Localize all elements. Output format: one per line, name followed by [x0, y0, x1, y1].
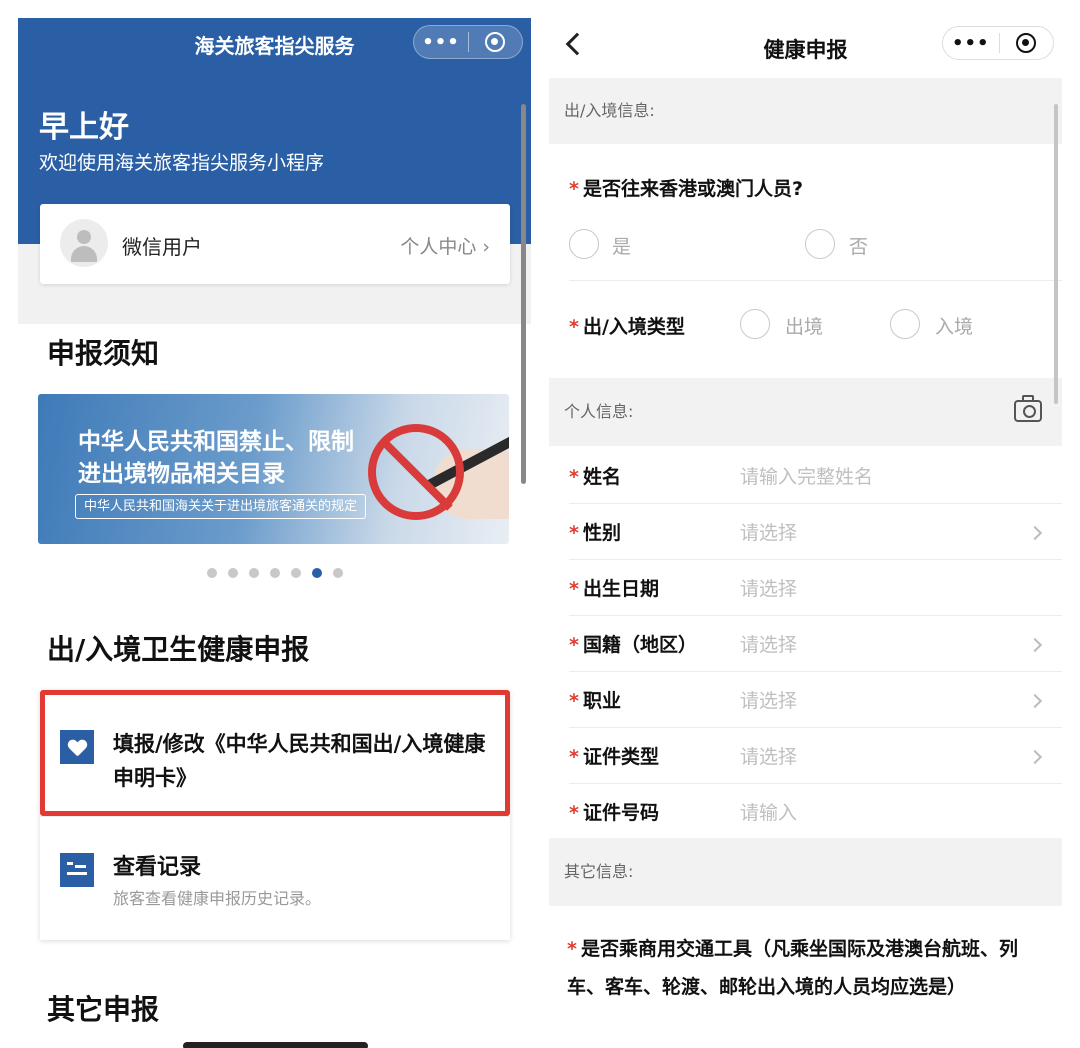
avatar	[60, 219, 108, 267]
field-label: * 国籍（地区）	[569, 634, 697, 656]
field-label: * 性别	[569, 522, 621, 544]
user-icon	[77, 230, 91, 244]
chevron-right-icon	[1027, 525, 1043, 541]
bottom-element	[183, 1042, 368, 1048]
section-other-info: 其它信息:	[549, 838, 1062, 906]
section-personal-info: 个人信息:	[549, 378, 1062, 446]
view-records-item[interactable]: 查看记录 旅客查看健康申报历史记录。	[40, 816, 510, 940]
divider	[569, 783, 1062, 784]
chevron-right-icon	[1027, 637, 1043, 653]
heart-icon	[60, 730, 94, 764]
required-mark: *	[569, 746, 579, 768]
field-input[interactable]: 请选择	[740, 574, 797, 601]
fill-declaration-label: 填报/修改《中华人民共和国出/入境健康申明卡》	[113, 732, 486, 790]
radio-yes-label: 是	[612, 236, 632, 258]
notice-banner[interactable]: 中华人民共和国禁止、限制 进出境物品相关目录 中华人民共和国海关关于进出境旅客通…	[38, 394, 509, 544]
required-mark: *	[569, 466, 579, 488]
field-label: * 出生日期	[569, 578, 659, 600]
divider	[569, 280, 1062, 281]
chevron-right-icon	[1027, 693, 1043, 709]
question-transport: * 是否乘商用交通工具（凡乘坐国际及港澳台航班、列车、客车、轮渡、邮轮出入境的人员…	[567, 938, 1018, 998]
radio-entry[interactable]	[890, 309, 920, 339]
required-mark: *	[569, 690, 579, 712]
field-input[interactable]: 请选择	[740, 686, 797, 713]
required-mark: *	[569, 522, 579, 544]
carousel-dot[interactable]	[290, 568, 301, 578]
field-label: * 职业	[569, 690, 621, 712]
question-direction: * 出/入境类型	[569, 316, 685, 338]
carousel-dot[interactable]	[311, 568, 322, 578]
chevron-right-icon	[1027, 749, 1043, 765]
carousel-dot[interactable]	[206, 568, 217, 578]
radio-yes[interactable]	[569, 229, 599, 259]
required-mark: *	[567, 938, 577, 960]
more-button[interactable]: •••	[414, 32, 468, 53]
more-button[interactable]: •••	[943, 33, 999, 54]
carousel-indicator[interactable]	[18, 568, 531, 578]
field-input[interactable]: 请选择	[740, 518, 797, 545]
field-label: * 姓名	[569, 466, 621, 488]
user-card[interactable]: 微信用户 个人中心 ›	[40, 204, 510, 284]
section-travel-info: 出/入境信息:	[549, 78, 1062, 144]
divider	[569, 671, 1062, 672]
scrollbar[interactable]	[1054, 104, 1058, 404]
radio-exit[interactable]	[740, 309, 770, 339]
divider	[569, 559, 1062, 560]
field-label: * 证件号码	[569, 802, 659, 824]
view-records-subtitle: 旅客查看健康申报历史记录。	[113, 889, 322, 908]
divider	[569, 503, 1062, 504]
required-mark: *	[569, 802, 579, 824]
left-panel: 海关旅客指尖服务 ••• 早上好 欢迎使用海关旅客指尖服务小程序 微信用户 个人…	[18, 18, 531, 1048]
user-name: 微信用户	[122, 235, 202, 259]
required-mark: *	[569, 578, 579, 600]
welcome-text: 欢迎使用海关旅客指尖服务小程序	[39, 152, 325, 174]
greeting: 早上好	[39, 110, 129, 145]
banner-tag: 中华人民共和国海关关于进出境旅客通关的规定	[75, 494, 367, 519]
divider	[569, 727, 1062, 728]
radio-entry-label: 入境	[935, 316, 974, 338]
health-declaration-card: 填报/修改《中华人民共和国出/入境健康申明卡》 查看记录 旅客查看健康申报历史记…	[40, 690, 510, 940]
field-input[interactable]: 请输入	[740, 798, 797, 825]
required-mark: *	[569, 316, 579, 338]
question-hkmo: * 是否往来香港或澳门人员?	[569, 178, 803, 200]
section-other-title: 其它申报	[47, 993, 160, 1026]
banner-line1: 中华人民共和国禁止、限制	[78, 429, 354, 455]
close-miniapp-button[interactable]	[469, 32, 522, 52]
divider	[569, 615, 1062, 616]
target-icon	[485, 32, 506, 52]
radio-no-label: 否	[849, 236, 869, 258]
close-miniapp-button[interactable]	[999, 33, 1053, 53]
target-icon	[1016, 33, 1037, 53]
radio-exit-label: 出境	[785, 316, 824, 338]
camera-icon[interactable]	[1014, 395, 1042, 422]
carousel-dot[interactable]	[332, 568, 343, 578]
personal-center-link[interactable]: 个人中心 ›	[400, 232, 490, 259]
right-panel: 健康申报 ••• 出/入境信息: * 是否往来香港或澳门人员? 是 否 * 出/入境…	[549, 18, 1062, 1048]
carousel-dot[interactable]	[248, 568, 259, 578]
banner-line2: 进出境物品相关目录	[78, 461, 285, 487]
view-records-title: 查看记录	[113, 855, 202, 880]
required-mark: *	[569, 634, 579, 656]
nav-bar: 健康申报 •••	[549, 18, 1062, 78]
field-label: * 证件类型	[569, 746, 659, 768]
miniapp-capsule: •••	[413, 25, 523, 59]
section-notice-title: 申报须知	[47, 337, 160, 370]
radio-no[interactable]	[805, 229, 835, 259]
records-list-icon	[60, 853, 94, 887]
carousel-dot[interactable]	[227, 568, 238, 578]
field-input[interactable]: 请输入完整姓名	[740, 462, 873, 489]
carousel-dot[interactable]	[269, 568, 280, 578]
prohibited-icon	[368, 424, 464, 520]
fill-declaration-item[interactable]: 填报/修改《中华人民共和国出/入境健康申明卡》	[40, 690, 510, 816]
field-input[interactable]: 请选择	[740, 630, 797, 657]
required-mark: *	[569, 178, 579, 200]
section-health-title: 出/入境卫生健康申报	[47, 633, 310, 666]
scrollbar[interactable]	[521, 104, 526, 484]
field-input[interactable]: 请选择	[740, 742, 797, 769]
miniapp-capsule: •••	[942, 26, 1054, 60]
